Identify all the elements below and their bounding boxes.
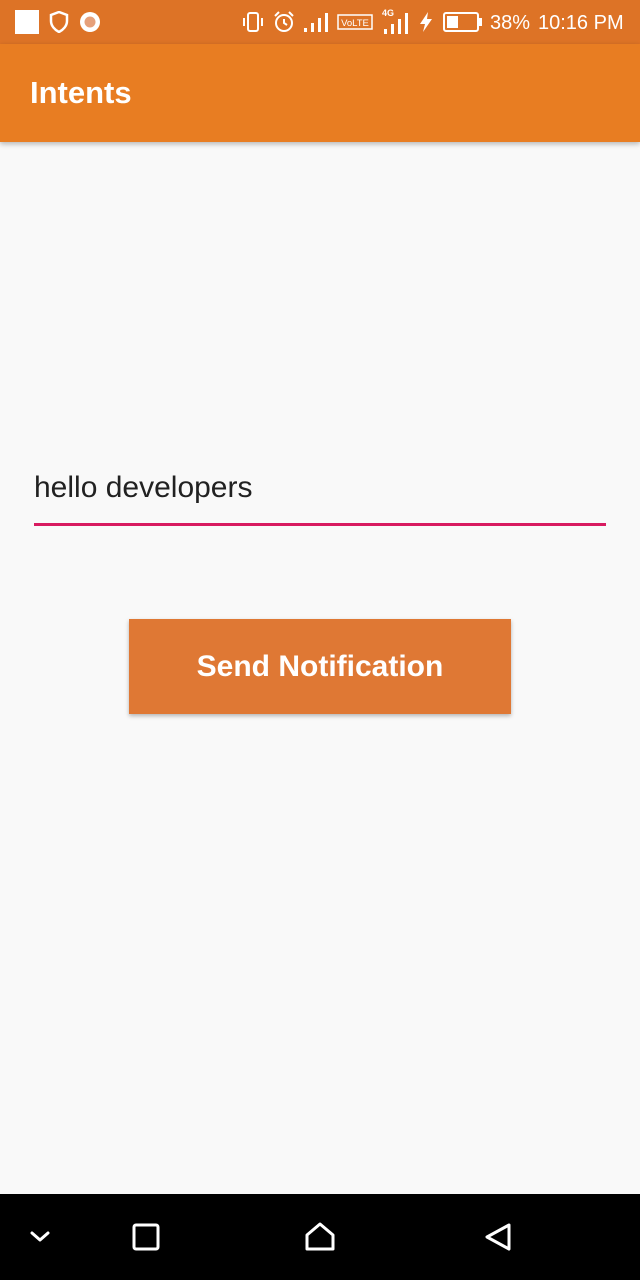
status-time: 10:16 PM bbox=[538, 12, 624, 34]
shield-icon bbox=[48, 0, 70, 44]
back-triangle-icon[interactable] bbox=[458, 1194, 538, 1280]
signal-4g-icon: 4G bbox=[380, 0, 412, 44]
volte-icon: VoLTE bbox=[336, 0, 374, 44]
navigation-bar bbox=[0, 1194, 640, 1280]
signal-icon bbox=[302, 0, 330, 44]
volte-label: VoLTE bbox=[341, 18, 369, 29]
network-label: 4G bbox=[382, 8, 394, 18]
collapse-chevron-icon[interactable] bbox=[0, 1194, 80, 1280]
send-notification-button[interactable]: Send Notification bbox=[129, 619, 511, 714]
battery-icon bbox=[442, 0, 484, 44]
recents-square-icon[interactable] bbox=[106, 1194, 186, 1280]
charging-icon bbox=[416, 0, 436, 44]
app-bar: Intents bbox=[0, 44, 640, 142]
app-title: Intents bbox=[30, 75, 132, 110]
battery-percent: 38% bbox=[490, 12, 531, 34]
vibrate-icon bbox=[240, 0, 266, 44]
status-bar: VoLTE 4G 38% 10:16 PM bbox=[0, 0, 640, 44]
record-icon bbox=[78, 0, 102, 44]
message-input[interactable] bbox=[34, 462, 606, 526]
notification-square-icon bbox=[14, 0, 40, 44]
home-icon[interactable] bbox=[280, 1194, 360, 1280]
alarm-icon bbox=[270, 0, 298, 44]
